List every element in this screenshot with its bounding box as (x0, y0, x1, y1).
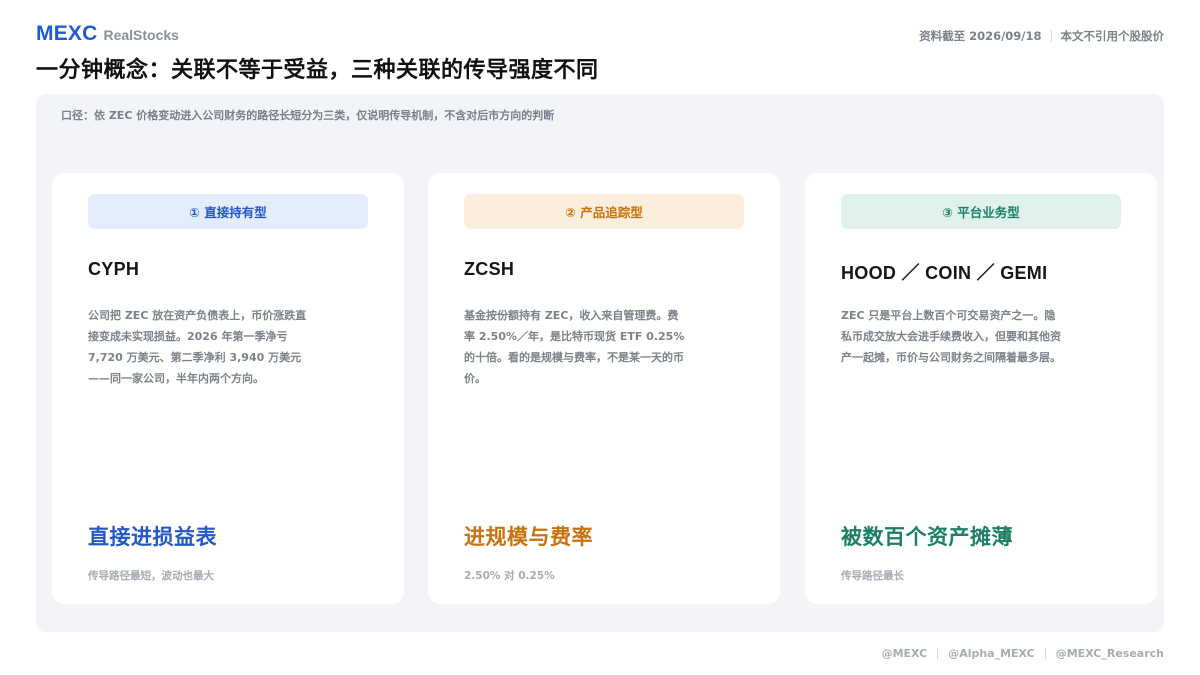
social-handle-alpha[interactable]: @Alpha_MEXC (948, 647, 1035, 660)
card-direct-holding: ① 直接持有型 CYPH 公司把 ZEC 放在资产负债表上，币价涨跌直接变成未实… (52, 173, 404, 604)
category-tag: ② 产品追踪型 (464, 194, 744, 229)
ticker-label: HOOD ／ COIN ／ GEMI (841, 263, 1048, 283)
card-product-tracking: ② 产品追踪型 ZCSH 基金按份额持有 ZEC，收入来自管理费。费率 2.50… (428, 173, 780, 604)
card-description: ZEC 只是平台上数百个可交易资产之一。隐私币成交放大会进手续费收入，但要和其他… (841, 309, 1061, 364)
brand-name: MEXC (36, 22, 98, 45)
card-description: 公司把 ZEC 放在资产负债表上，币价涨跌直接变成未实现损益。2026 年第一季… (88, 309, 307, 385)
page-title: 一分钟概念：关联不等于受益，三种关联的传导强度不同 (36, 58, 599, 83)
social-handles: @MEXC @Alpha_MEXC @MEXC_Research (882, 647, 1164, 660)
category-tag: ① 直接持有型 (88, 194, 368, 229)
data-date: 资料截至 2026/09/18 (919, 29, 1042, 43)
card-verdict: 直接进损益表 (88, 525, 217, 549)
card-description: 基金按份额持有 ZEC，收入来自管理费。费率 2.50%／年，是比特币现货 ET… (464, 309, 685, 385)
category-tag: ③ 平台业务型 (841, 194, 1121, 229)
header: MEXC RealStocks 资料截至 2026/09/18 本文不引用个股股… (36, 22, 1164, 46)
card-verdict: 被数百个资产摊薄 (841, 525, 1013, 549)
ticker-label: CYPH (88, 259, 140, 279)
card-footnote: 传导路径最短，波动也最大 (88, 570, 214, 582)
header-meta: 资料截至 2026/09/18 本文不引用个股股价 (919, 28, 1164, 44)
content-panel: 口径：依 ZEC 价格变动进入公司财务的路径长短分为三类，仅说明传导机制，不含对… (36, 94, 1164, 632)
social-divider (1044, 648, 1046, 659)
ticker-label: ZCSH (464, 259, 515, 279)
meta-divider (1050, 30, 1052, 42)
card-footnote: 传导路径最长 (841, 570, 904, 582)
brand-subtitle: RealStocks (103, 27, 179, 43)
scope-note: 口径：依 ZEC 价格变动进入公司财务的路径长短分为三类，仅说明传导机制，不含对… (61, 109, 555, 122)
social-handle-mexc[interactable]: @MEXC (882, 647, 928, 660)
card-verdict: 进规模与费率 (464, 525, 593, 549)
card-platform-business: ③ 平台业务型 HOOD ／ COIN ／ GEMI ZEC 只是平台上数百个可… (805, 173, 1157, 604)
social-handle-research[interactable]: @MEXC_Research (1056, 647, 1164, 660)
card-footnote: 2.50% 对 0.25% (464, 570, 555, 582)
disclaimer: 本文不引用个股股价 (1060, 29, 1165, 43)
social-divider (937, 648, 939, 659)
